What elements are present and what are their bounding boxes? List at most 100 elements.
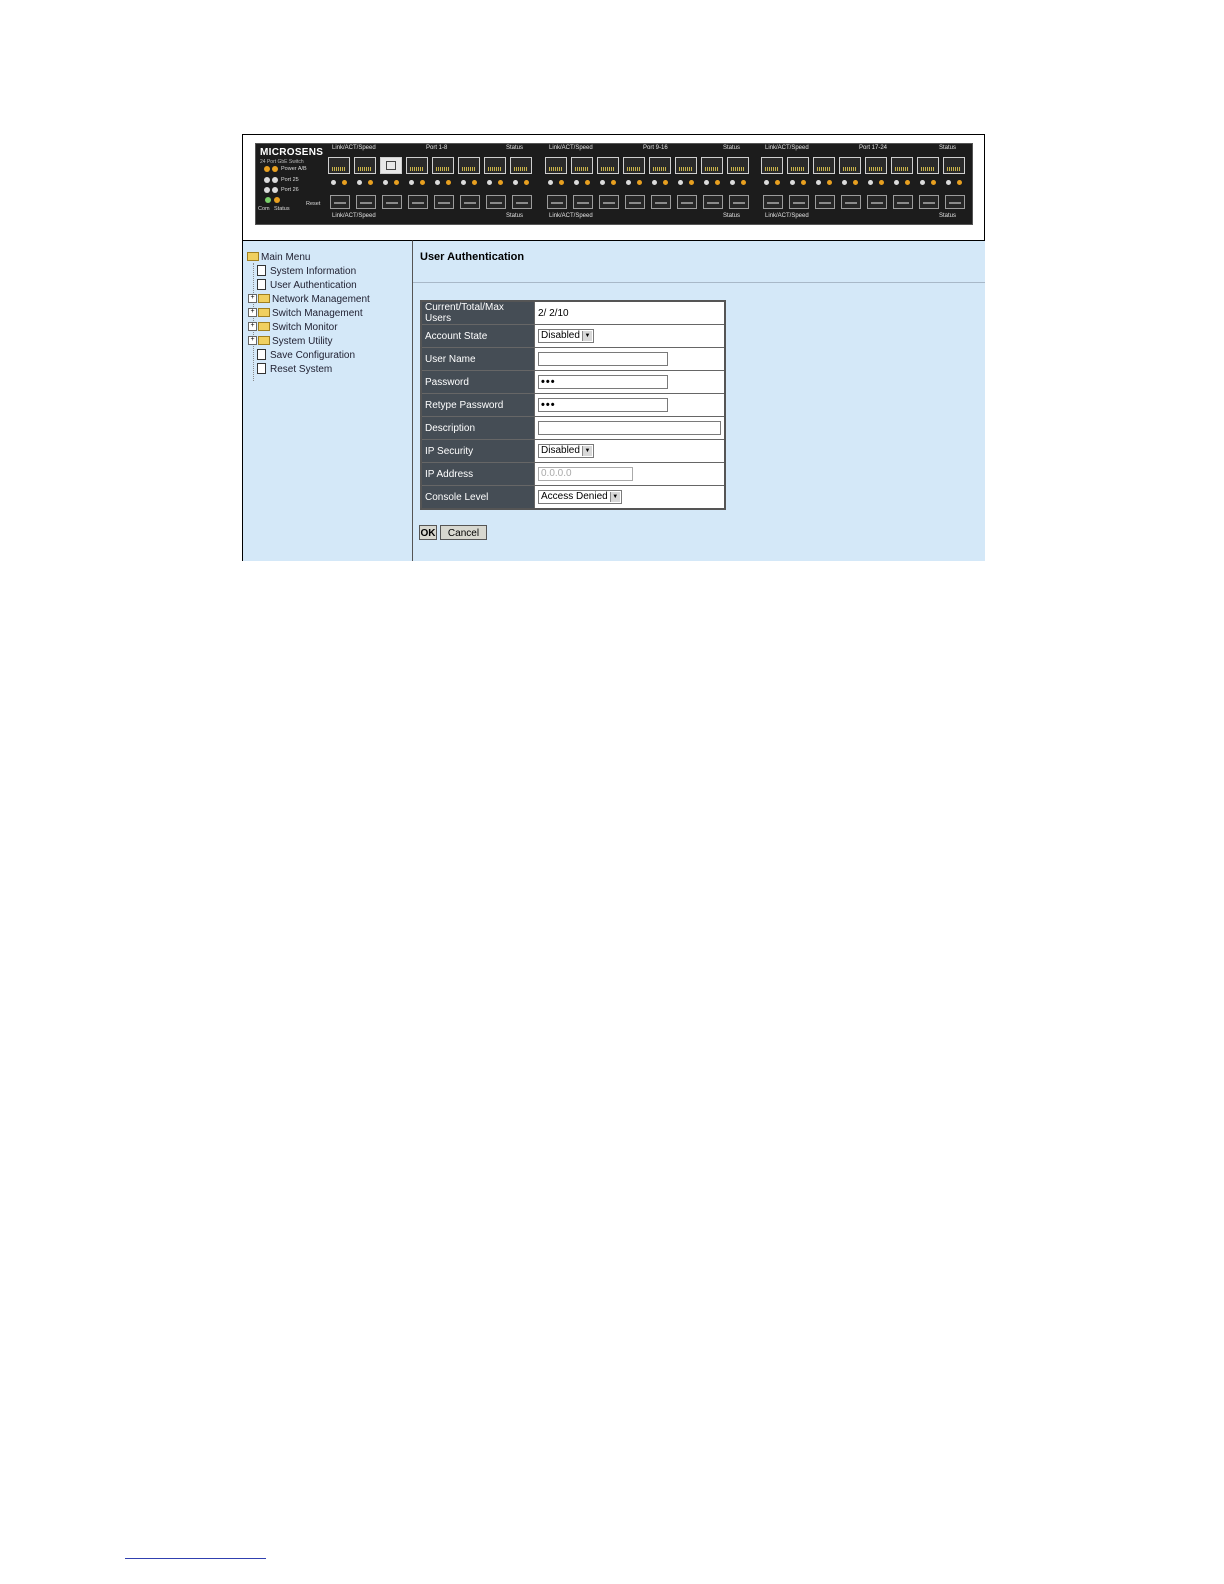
port-led bbox=[905, 180, 910, 185]
sfp-port[interactable] bbox=[841, 195, 861, 209]
ip-security-value: Disabled bbox=[541, 445, 580, 456]
page-icon bbox=[257, 278, 266, 290]
rj45-port[interactable] bbox=[597, 157, 619, 174]
form-row-description: Description bbox=[420, 416, 726, 440]
sidebar-item-system-information[interactable]: System Information bbox=[257, 264, 356, 278]
rj45-port[interactable] bbox=[328, 157, 350, 174]
sfp-port[interactable] bbox=[893, 195, 913, 209]
rj45-port[interactable] bbox=[354, 157, 376, 174]
rj45-port[interactable] bbox=[865, 157, 887, 174]
sfp-port[interactable] bbox=[815, 195, 835, 209]
sfp-port[interactable] bbox=[729, 195, 749, 209]
page-icon bbox=[257, 348, 266, 360]
rj45-port[interactable] bbox=[727, 157, 749, 174]
sfp-port[interactable] bbox=[512, 195, 532, 209]
ip-security-select[interactable]: Disabled ▼ bbox=[538, 444, 594, 458]
rj45-port[interactable] bbox=[891, 157, 913, 174]
port-led bbox=[678, 180, 683, 185]
sidebar-item-user-authentication[interactable]: User Authentication bbox=[257, 278, 357, 292]
password-input[interactable]: ••• bbox=[538, 375, 668, 389]
description-input[interactable] bbox=[538, 421, 721, 435]
sidebar-item-label: Reset System bbox=[270, 364, 333, 375]
port-led bbox=[357, 180, 362, 185]
status-led bbox=[274, 197, 280, 203]
sidebar-item-reset-system[interactable]: Reset System bbox=[257, 362, 333, 376]
sidebar-item-switch-monitor[interactable]: + Switch Monitor bbox=[248, 321, 338, 334]
sfp-port[interactable] bbox=[408, 195, 428, 209]
sfp-port[interactable] bbox=[703, 195, 723, 209]
expand-plus-icon[interactable]: + bbox=[248, 335, 257, 345]
rj45-port[interactable] bbox=[649, 157, 671, 174]
sfp-port[interactable] bbox=[356, 195, 376, 209]
port-led bbox=[790, 180, 795, 185]
sfp-port[interactable] bbox=[382, 195, 402, 209]
sfp-port[interactable] bbox=[599, 195, 619, 209]
console-level-select[interactable]: Access Denied ▼ bbox=[538, 490, 622, 504]
expand-plus-icon[interactable]: + bbox=[248, 321, 257, 331]
rj45-port[interactable] bbox=[675, 157, 697, 174]
sidebar-item-network-management[interactable]: + Network Management bbox=[248, 293, 370, 306]
rj45-port[interactable] bbox=[545, 157, 567, 174]
sfp-port[interactable] bbox=[434, 195, 454, 209]
rj45-port[interactable] bbox=[406, 157, 428, 174]
sfp-port[interactable] bbox=[789, 195, 809, 209]
sidebar-item-save-configuration[interactable]: Save Configuration bbox=[257, 348, 355, 362]
rj45-port[interactable] bbox=[380, 157, 402, 174]
rj45-port[interactable] bbox=[510, 157, 532, 174]
cancel-button[interactable]: Cancel bbox=[440, 525, 487, 540]
sfp-port[interactable] bbox=[547, 195, 567, 209]
sidebar-item-switch-management[interactable]: + Switch Management bbox=[248, 307, 363, 320]
folder-open-icon bbox=[247, 251, 259, 261]
reset-label: Reset bbox=[306, 201, 321, 207]
ok-button[interactable]: OK bbox=[419, 525, 437, 540]
rj45-port[interactable] bbox=[943, 157, 965, 174]
port-led bbox=[409, 180, 414, 185]
rj45-port[interactable] bbox=[813, 157, 835, 174]
sfp-port[interactable] bbox=[573, 195, 593, 209]
ip-address-input[interactable]: 0.0.0.0 bbox=[538, 467, 633, 481]
sfp-port[interactable] bbox=[460, 195, 480, 209]
sfp-port[interactable] bbox=[919, 195, 939, 209]
sfp-port[interactable] bbox=[677, 195, 697, 209]
sfp-port[interactable] bbox=[486, 195, 506, 209]
rj45-port[interactable] bbox=[917, 157, 939, 174]
port-led bbox=[868, 180, 873, 185]
rj45-port[interactable] bbox=[458, 157, 480, 174]
expand-plus-icon[interactable]: + bbox=[248, 293, 257, 303]
port-led bbox=[342, 180, 347, 185]
port-led bbox=[626, 180, 631, 185]
sfp-port[interactable] bbox=[651, 195, 671, 209]
menu-root-main-menu[interactable]: Main Menu bbox=[247, 251, 310, 264]
port-led bbox=[331, 180, 336, 185]
account-state-select[interactable]: Disabled ▼ bbox=[538, 329, 594, 343]
device-front-panel: MICROSENS 24 Port GbE Switch Power A/B P… bbox=[255, 143, 973, 225]
sfp-port[interactable] bbox=[330, 195, 350, 209]
account-state-value: Disabled bbox=[541, 330, 580, 341]
sfp-port[interactable] bbox=[625, 195, 645, 209]
port-led bbox=[946, 180, 951, 185]
ip-address-label: IP Address bbox=[420, 462, 535, 486]
rj45-port[interactable] bbox=[701, 157, 723, 174]
port-group-top-right-label: Status bbox=[939, 145, 957, 151]
rj45-port[interactable] bbox=[623, 157, 645, 174]
port-led bbox=[652, 180, 657, 185]
rj45-port[interactable] bbox=[761, 157, 783, 174]
rj45-port[interactable] bbox=[484, 157, 506, 174]
sidebar-item-label: Switch Monitor bbox=[272, 322, 338, 333]
dropdown-arrow-icon: ▼ bbox=[609, 492, 620, 502]
sfp-port[interactable] bbox=[867, 195, 887, 209]
sfp-port[interactable] bbox=[945, 195, 965, 209]
port-led bbox=[894, 180, 899, 185]
rj45-port[interactable] bbox=[432, 157, 454, 174]
expand-plus-icon[interactable]: + bbox=[248, 307, 257, 317]
rj45-port[interactable] bbox=[571, 157, 593, 174]
form-row-ip-address: IP Address 0.0.0.0 bbox=[420, 462, 726, 486]
retype-password-input[interactable]: ••• bbox=[538, 398, 668, 412]
sfp-port[interactable] bbox=[763, 195, 783, 209]
sidebar-item-system-utility[interactable]: + System Utility bbox=[248, 335, 333, 348]
rj45-port[interactable] bbox=[839, 157, 861, 174]
user-name-input[interactable] bbox=[538, 352, 668, 366]
rj45-port[interactable] bbox=[787, 157, 809, 174]
port-led bbox=[920, 180, 925, 185]
port-led bbox=[637, 180, 642, 185]
